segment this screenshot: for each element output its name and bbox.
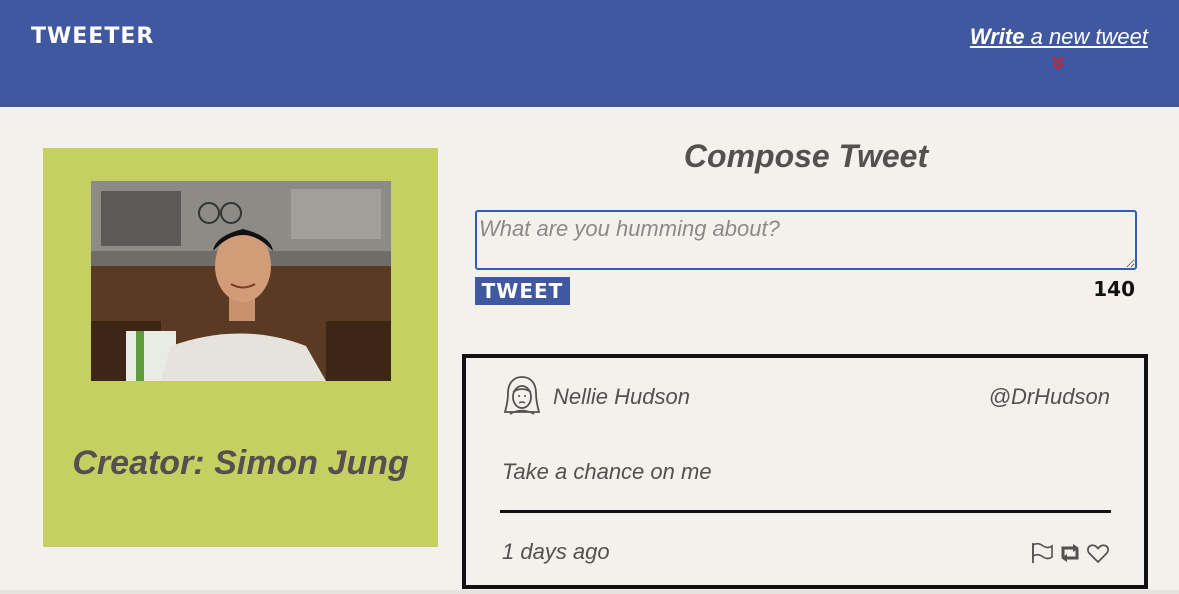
brand-logo[interactable]: TWEETER: [31, 24, 154, 49]
character-counter: 140: [1093, 277, 1135, 301]
compose-title: Compose Tweet: [683, 138, 929, 174]
tweet-timestamp: 1 days ago: [502, 539, 610, 564]
page-bottom-edge: [0, 590, 1179, 594]
tweet-author-handle: @DrHudson: [988, 384, 1110, 409]
tweet-actions: [1030, 541, 1110, 565]
retweet-icon[interactable]: [1058, 541, 1082, 565]
profile-photo: [91, 181, 391, 381]
write-rest: a new tweet: [1024, 24, 1148, 49]
tweet-content: Take a chance on me: [502, 459, 712, 484]
heart-icon[interactable]: [1086, 541, 1110, 565]
write-strong: Write: [969, 24, 1025, 49]
user-avatar-icon: [502, 374, 542, 416]
tweet-card: Nellie Hudson @DrHudson Take a chance on…: [462, 354, 1148, 589]
creator-label: Creator: Simon Jung: [72, 444, 409, 482]
tweet-divider: [500, 510, 1111, 513]
tweet-author-name: Nellie Hudson: [553, 384, 690, 409]
tweet-button[interactable]: TWEET: [475, 277, 570, 305]
tweet-textarea[interactable]: [475, 210, 1137, 270]
write-new-tweet-link[interactable]: Write a new tweet: [970, 24, 1148, 50]
flag-icon[interactable]: [1030, 541, 1054, 565]
double-chevron-down-icon[interactable]: [1051, 55, 1065, 71]
top-nav: TWEETER Write a new tweet: [0, 0, 1179, 107]
profile-panel: Creator: Simon Jung: [43, 148, 438, 547]
